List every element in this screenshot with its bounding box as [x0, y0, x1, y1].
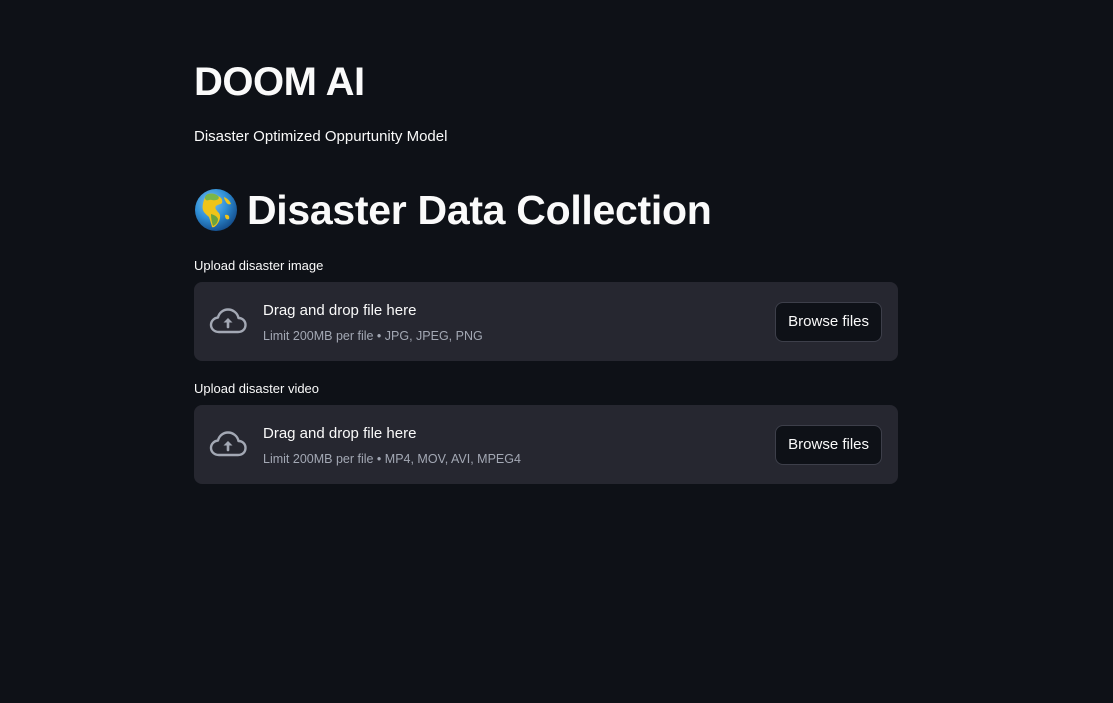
section-heading-text: Disaster Data Collection [247, 187, 712, 233]
app-title: DOOM AI [194, 60, 365, 104]
video-uploader-label: Upload disaster video [194, 381, 320, 396]
cloud-upload-icon [209, 307, 247, 335]
browse-files-button[interactable]: Browse files [775, 425, 882, 465]
image-dropzone[interactable]: Drag and drop file here Limit 200MB per … [194, 282, 898, 361]
globe-icon [194, 188, 238, 232]
dropzone-instructions: Drag and drop file here [263, 302, 417, 319]
dropzone-limit-text: Limit 200MB per file • JPG, JPEG, PNG [263, 329, 483, 343]
section-heading: Disaster Data Collection [194, 184, 712, 236]
app-subtitle: Disaster Optimized Oppurtunity Model [194, 128, 448, 145]
cloud-upload-icon [209, 430, 247, 458]
image-uploader-label: Upload disaster image [194, 258, 324, 273]
dropzone-limit-text: Limit 200MB per file • MP4, MOV, AVI, MP… [263, 452, 521, 466]
video-dropzone[interactable]: Drag and drop file here Limit 200MB per … [194, 405, 898, 484]
dropzone-instructions: Drag and drop file here [263, 425, 417, 442]
browse-files-button[interactable]: Browse files [775, 302, 882, 342]
